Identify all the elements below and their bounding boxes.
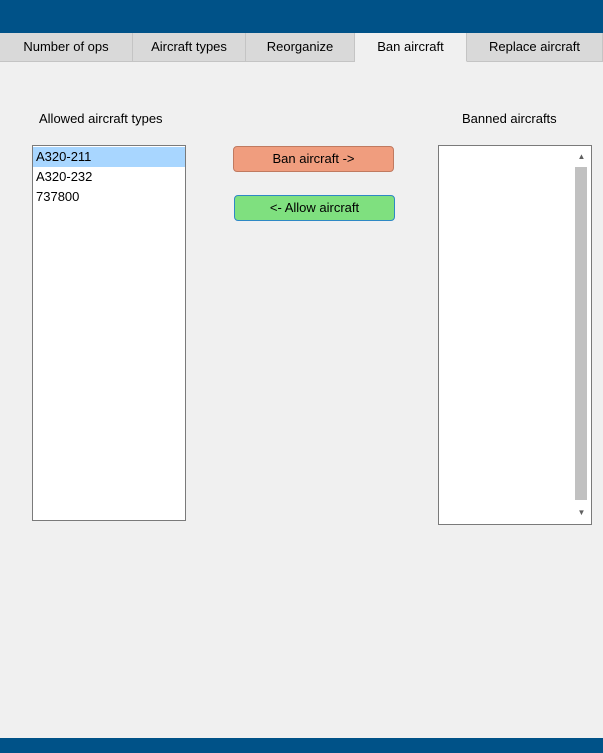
banned-aircraft-list[interactable]: ▲ ▼ — [438, 145, 592, 525]
tab-reorganize[interactable]: Reorganize — [246, 33, 355, 62]
tab-ban-aircraft[interactable]: Ban aircraft — [355, 33, 467, 62]
tab-aircraft-types[interactable]: Aircraft types — [133, 33, 246, 62]
tab-bar: Number of ops Aircraft types Reorganize … — [0, 33, 603, 62]
list-item[interactable]: A320-211 — [33, 147, 185, 167]
allowed-aircraft-list[interactable]: A320-211 A320-232 737800 — [32, 145, 186, 521]
scroll-thumb[interactable] — [575, 167, 587, 500]
ban-aircraft-button[interactable]: Ban aircraft -> — [233, 146, 394, 172]
banned-list-label: Banned aircrafts — [462, 111, 557, 126]
scroll-up-icon[interactable]: ▲ — [573, 149, 590, 165]
footer-bar — [0, 738, 603, 753]
tab-number-of-ops[interactable]: Number of ops — [0, 33, 133, 62]
allow-aircraft-button[interactable]: <- Allow aircraft — [234, 195, 395, 221]
banned-list-scrollbar[interactable]: ▲ ▼ — [573, 147, 590, 523]
list-item[interactable]: A320-232 — [33, 167, 185, 187]
header-bar — [0, 0, 603, 33]
allowed-list-label: Allowed aircraft types — [39, 111, 163, 126]
scroll-down-icon[interactable]: ▼ — [573, 505, 590, 521]
tab-replace-aircraft[interactable]: Replace aircraft — [467, 33, 603, 62]
list-item[interactable]: 737800 — [33, 187, 185, 207]
